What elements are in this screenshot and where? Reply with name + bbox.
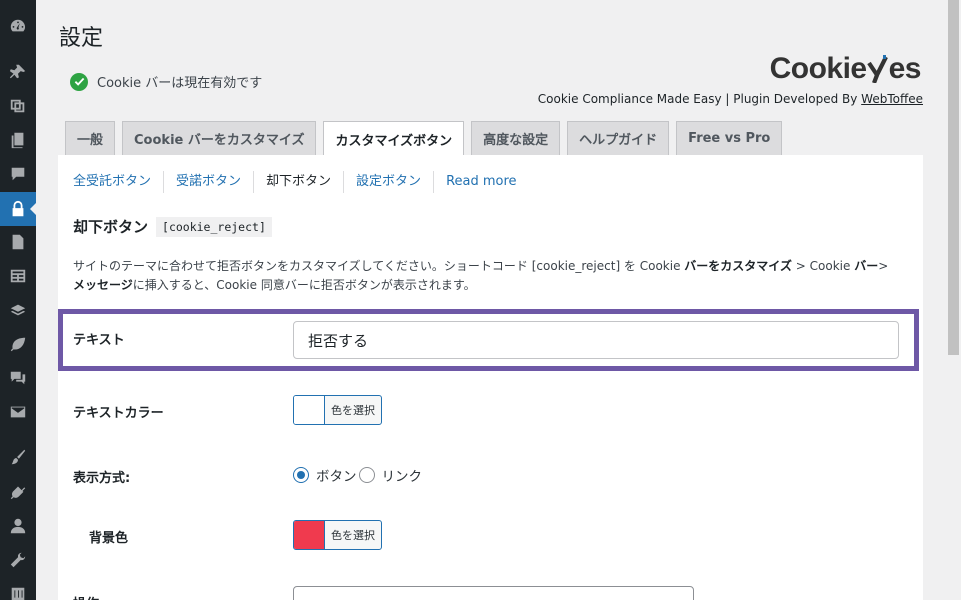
scrollbar-thumb[interactable] (948, 0, 959, 355)
background-color-swatch (294, 521, 325, 549)
subtab-read-more[interactable]: Read more (433, 171, 528, 193)
shortcode-badge: [cookie_reject] (156, 216, 272, 237)
check-y-logo-mark (866, 52, 889, 86)
radio-link-input[interactable] (358, 467, 375, 483)
radio-button-input[interactable] (293, 467, 309, 483)
display-style-radios: ボタン リンク (293, 465, 422, 485)
plugin-icon[interactable] (0, 474, 36, 508)
tab-customize-buttons[interactable]: カスタマイズボタン (323, 121, 465, 156)
settings-icon[interactable] (0, 577, 36, 600)
brand-tagline: Cookie Compliance Made Easy | Plugin Dev… (537, 92, 923, 106)
display-style-label: 表示方式: (73, 471, 131, 486)
page-icon[interactable] (0, 225, 36, 259)
button-subtabs: 全受託ボタン 受諾ボタン 却下ボタン 設定ボタン Read more (73, 171, 529, 193)
subtab-settings[interactable]: 設定ボタン (343, 171, 433, 193)
settings-panel: 全受託ボタン 受諾ボタン 却下ボタン 設定ボタン Read more 却下ボタン… (58, 155, 923, 600)
background-color-picker[interactable]: 色を選択 (293, 520, 382, 550)
comments-icon[interactable] (0, 157, 36, 191)
admin-sidebar (0, 0, 36, 600)
section-description: サイトのテーマに合わせて拒否ボタンをカスタマイズしてください。ショートコード [… (73, 259, 889, 292)
action-label: 操作 (73, 593, 99, 600)
tab-help-guide[interactable]: ヘルプガイド (567, 121, 670, 155)
select-color-label: 色を選択 (331, 529, 375, 542)
text-color-swatch (294, 396, 325, 424)
scrollbar[interactable] (944, 0, 961, 600)
subtab-accept-all[interactable]: 全受託ボタン (73, 171, 163, 193)
radio-button-option[interactable]: ボタン (293, 465, 357, 485)
cookieyes-logo: Cookie es (769, 52, 922, 86)
settings-tabs: 一般 Cookie バーをカスタマイズ カスタマイズボタン 高度な設定 ヘルプガ… (65, 121, 783, 156)
tab-free-vs-pro[interactable]: Free vs Pro (676, 121, 783, 155)
layers-icon[interactable] (0, 293, 36, 327)
user-icon[interactable] (0, 509, 36, 543)
status-notice: Cookie バーは現在有効です (70, 72, 262, 91)
forms-icon[interactable] (0, 259, 36, 293)
tab-advanced[interactable]: 高度な設定 (471, 121, 561, 155)
mail-icon[interactable] (0, 395, 36, 429)
lock-icon[interactable] (0, 192, 36, 226)
select-color-label: 色を選択 (331, 404, 375, 417)
pages-icon[interactable] (0, 123, 36, 157)
tab-customize-bar[interactable]: Cookie バーをカスタマイズ (122, 121, 317, 155)
tab-general[interactable]: 一般 (65, 121, 116, 155)
action-select[interactable] (293, 586, 694, 600)
text-color-label: テキストカラー (73, 406, 164, 421)
media-icon[interactable] (0, 89, 36, 123)
dashboard-icon[interactable] (0, 9, 36, 43)
text-color-picker[interactable]: 色を選択 (293, 395, 382, 425)
button-text-input[interactable]: 拒否する (293, 321, 899, 359)
webtoffee-link[interactable]: WebToffee (861, 92, 923, 106)
brush-icon[interactable] (0, 440, 36, 474)
status-text: Cookie バーは現在有効です (97, 76, 263, 91)
chat-icon[interactable] (0, 361, 36, 395)
subtab-accept[interactable]: 受諾ボタン (163, 171, 253, 193)
subtab-reject[interactable]: 却下ボタン (253, 171, 343, 193)
wrench-icon[interactable] (0, 543, 36, 577)
check-circle-icon (70, 72, 88, 91)
background-color-label: 背景色 (89, 531, 129, 546)
radio-link-option[interactable]: リンク (358, 465, 422, 485)
pin-icon[interactable] (0, 55, 36, 89)
leaf-icon[interactable] (0, 327, 36, 361)
text-label: テキスト (73, 333, 125, 348)
section-title: 却下ボタン [cookie_reject] (73, 216, 272, 237)
page-title: 設定 (59, 26, 104, 51)
